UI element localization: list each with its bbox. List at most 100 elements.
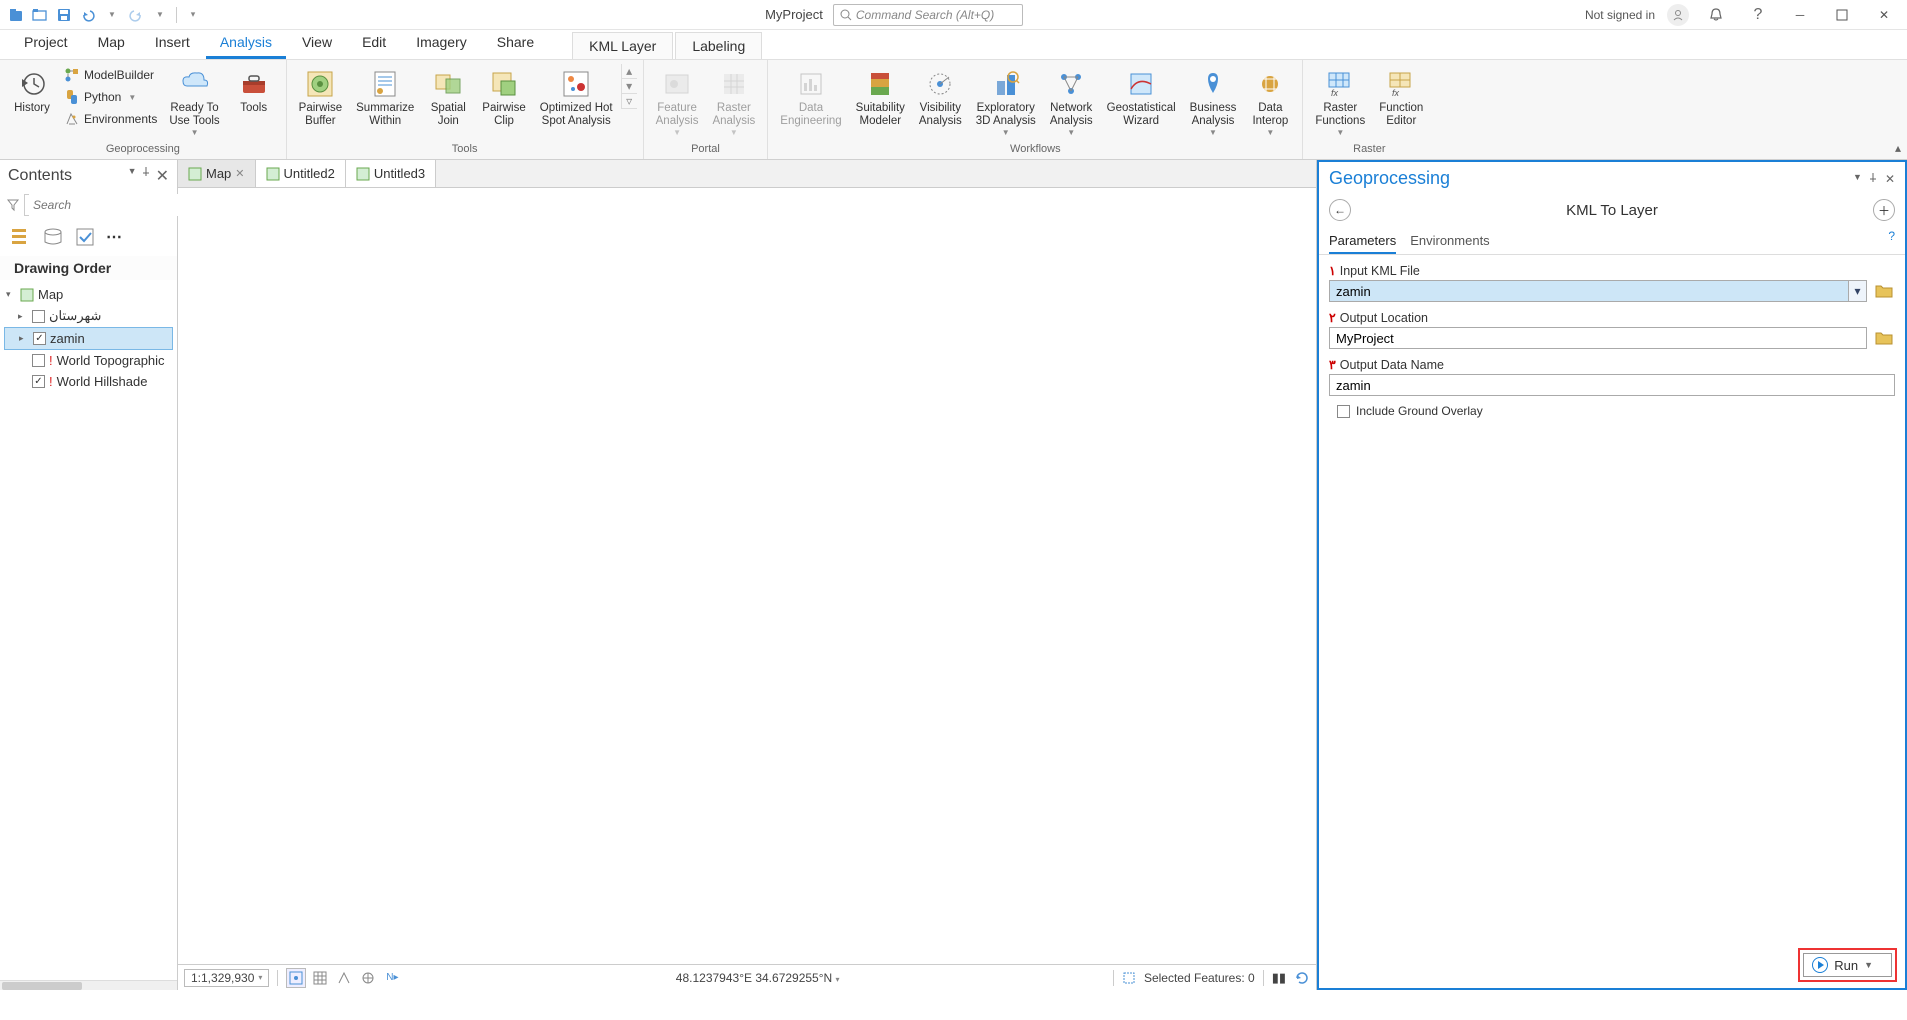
save-project-icon[interactable] xyxy=(54,5,74,25)
undo-dropdown[interactable]: ▼ xyxy=(102,5,122,25)
pause-drawing-icon[interactable]: ▮▮ xyxy=(1272,970,1286,986)
browse-folder-icon[interactable] xyxy=(1873,327,1895,349)
correction-icon[interactable] xyxy=(358,968,378,988)
network-analysis-button[interactable]: Network Analysis▼ xyxy=(1044,64,1099,141)
output-location-field[interactable] xyxy=(1329,327,1867,349)
data-engineering-button[interactable]: Data Engineering xyxy=(774,64,847,132)
view-tab-map[interactable]: Map ✕ xyxy=(178,160,256,187)
user-icon[interactable] xyxy=(1667,4,1689,26)
minimize-icon[interactable]: ─ xyxy=(1785,0,1815,30)
gp-help-icon[interactable]: ? xyxy=(1888,229,1895,254)
new-project-icon[interactable] xyxy=(6,5,26,25)
qat-customize-icon[interactable]: ▾ xyxy=(183,5,203,25)
output-data-name-field[interactable] xyxy=(1329,374,1895,396)
refresh-icon[interactable] xyxy=(1294,970,1310,986)
inference-icon[interactable]: N▸ xyxy=(382,968,402,988)
coord-dropdown-icon[interactable]: ▾ xyxy=(836,975,840,984)
tab-map[interactable]: Map xyxy=(84,28,139,59)
summarize-within-button[interactable]: Summarize Within xyxy=(350,64,420,132)
tab-analysis[interactable]: Analysis xyxy=(206,28,286,59)
toc-more-icon[interactable]: ⋯ xyxy=(106,227,122,247)
tab-project[interactable]: Project xyxy=(10,28,82,59)
python-button[interactable]: Python▼ xyxy=(60,86,161,108)
browse-folder-icon[interactable] xyxy=(1873,280,1895,302)
gallery-more-icon[interactable]: ▿ xyxy=(622,94,637,109)
maximize-icon[interactable] xyxy=(1827,0,1857,30)
pane-menu-icon[interactable]: ▼ xyxy=(128,166,137,186)
gp-back-button[interactable]: ← xyxy=(1329,199,1351,221)
pane-pin-icon[interactable] xyxy=(1868,172,1879,186)
list-by-source-icon[interactable] xyxy=(42,226,64,248)
run-button[interactable]: Run ▼ xyxy=(1803,953,1892,977)
scale-selector[interactable]: 1:1,329,930▾ xyxy=(184,969,269,987)
pane-pin-icon[interactable] xyxy=(141,166,152,186)
pane-close-icon[interactable]: ✕ xyxy=(156,166,169,186)
raster-analysis-button[interactable]: Raster Analysis▼ xyxy=(706,64,761,141)
toc-layer-shahrestan[interactable]: ▸ شهرستان xyxy=(4,305,173,327)
map-viewport[interactable] xyxy=(178,188,1316,964)
list-by-drawing-order-icon[interactable] xyxy=(10,226,32,248)
grid-icon[interactable] xyxy=(310,968,330,988)
layer-checkbox[interactable] xyxy=(33,332,46,345)
command-search[interactable]: Command Search (Alt+Q) xyxy=(833,4,1023,26)
tab-close-icon[interactable]: ✕ xyxy=(235,167,244,180)
gp-tab-parameters[interactable]: Parameters xyxy=(1329,229,1396,254)
modelbuilder-button[interactable]: ModelBuilder xyxy=(60,64,161,86)
pane-close-icon[interactable]: ✕ xyxy=(1885,172,1895,186)
input-kml-dropdown[interactable]: ▾ xyxy=(1849,280,1867,302)
run-dropdown-icon[interactable]: ▼ xyxy=(1864,960,1873,970)
help-icon[interactable]: ? xyxy=(1743,0,1773,30)
raster-functions-button[interactable]: fxRaster Functions▼ xyxy=(1309,64,1371,141)
tab-imagery[interactable]: Imagery xyxy=(402,28,481,59)
pairwise-buffer-button[interactable]: Pairwise Buffer xyxy=(293,64,348,132)
exploratory-3d-button[interactable]: Exploratory 3D Analysis▼ xyxy=(970,64,1042,141)
suitability-modeler-button[interactable]: Suitability Modeler xyxy=(850,64,911,132)
data-interop-button[interactable]: Data Interop▼ xyxy=(1244,64,1296,141)
hot-spot-button[interactable]: Optimized Hot Spot Analysis xyxy=(534,64,619,132)
tab-kml-layer[interactable]: KML Layer xyxy=(572,32,673,59)
undo-icon[interactable] xyxy=(78,5,98,25)
ready-to-use-tools-button[interactable]: Ready To Use Tools▼ xyxy=(163,64,225,141)
gp-tab-environments[interactable]: Environments xyxy=(1410,229,1489,254)
gp-add-button[interactable]: ＋ xyxy=(1873,199,1895,221)
layer-checkbox[interactable] xyxy=(32,310,45,323)
input-kml-file-field[interactable] xyxy=(1329,280,1849,302)
pane-menu-icon[interactable]: ▼ xyxy=(1853,172,1862,186)
expander-icon[interactable]: ▾ xyxy=(6,289,16,300)
visibility-analysis-button[interactable]: Visibility Analysis xyxy=(913,64,968,132)
tab-labeling[interactable]: Labeling xyxy=(675,32,762,59)
expander-icon[interactable]: ▸ xyxy=(19,333,29,344)
toc-layer-world-topographic[interactable]: ! World Topographic xyxy=(4,350,173,371)
spatial-join-button[interactable]: Spatial Join xyxy=(422,64,474,132)
notifications-icon[interactable] xyxy=(1701,0,1731,30)
expander-icon[interactable]: ▸ xyxy=(18,311,28,322)
list-by-selection-icon[interactable] xyxy=(74,226,96,248)
toc-map-frame[interactable]: ▾ Map xyxy=(4,284,173,305)
toc-layer-world-hillshade[interactable]: ! World Hillshade xyxy=(4,371,173,392)
redo-icon[interactable] xyxy=(126,5,146,25)
view-tab-untitled2[interactable]: Untitled2 xyxy=(256,160,346,187)
filter-icon[interactable] xyxy=(6,198,20,212)
feature-analysis-button[interactable]: Feature Analysis▼ xyxy=(650,64,705,141)
redo-dropdown[interactable]: ▼ xyxy=(150,5,170,25)
contents-hscrollbar[interactable] xyxy=(0,980,177,990)
snapping-icon[interactable] xyxy=(286,968,306,988)
collapse-ribbon-icon[interactable]: ▴ xyxy=(1895,141,1901,155)
layer-checkbox[interactable] xyxy=(32,375,45,388)
gallery-down-icon[interactable]: ▾ xyxy=(622,79,637,94)
history-button[interactable]: History xyxy=(6,64,58,119)
tab-edit[interactable]: Edit xyxy=(348,28,400,59)
toc-layer-zamin[interactable]: ▸ zamin xyxy=(4,327,173,350)
tab-view[interactable]: View xyxy=(288,28,346,59)
close-icon[interactable]: ✕ xyxy=(1869,0,1899,30)
gallery-up-icon[interactable]: ▴ xyxy=(622,64,637,79)
tools-button[interactable]: Tools xyxy=(228,64,280,119)
view-tab-untitled3[interactable]: Untitled3 xyxy=(346,160,436,187)
layer-checkbox[interactable] xyxy=(32,354,45,367)
tab-share[interactable]: Share xyxy=(483,28,548,59)
contents-search-input[interactable] xyxy=(29,194,194,216)
tab-insert[interactable]: Insert xyxy=(141,28,204,59)
constraint-icon[interactable] xyxy=(334,968,354,988)
open-project-icon[interactable] xyxy=(30,5,50,25)
function-editor-button[interactable]: fxFunction Editor xyxy=(1373,64,1429,132)
